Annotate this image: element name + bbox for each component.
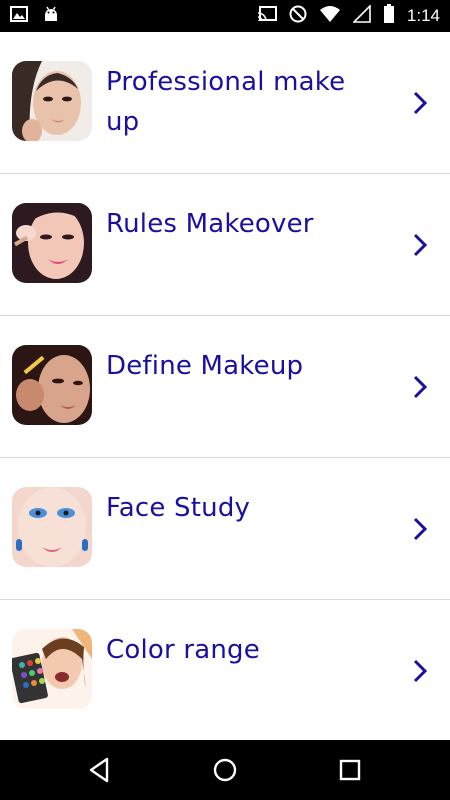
image-icon <box>10 6 28 26</box>
home-icon[interactable] <box>210 755 240 785</box>
status-bar: 1:14 <box>0 0 450 32</box>
cast-icon <box>257 6 277 26</box>
chevron-right-icon <box>410 514 430 544</box>
item-label: Define Makeup <box>106 351 304 381</box>
item-label: Face Study <box>106 493 251 523</box>
do-not-disturb-icon <box>289 5 307 27</box>
color-range-thumbnail <box>12 629 92 709</box>
topic-list: Professional make up Rules Makeover Defi… <box>0 32 450 742</box>
chevron-right-icon <box>410 372 430 402</box>
list-item[interactable]: Professional make up <box>0 32 450 174</box>
list-item[interactable]: Face Study <box>0 458 450 600</box>
navigation-bar <box>0 740 450 800</box>
face-study-thumbnail <box>12 487 92 567</box>
professional-makeup-thumbnail <box>12 61 92 141</box>
chevron-right-icon <box>410 88 430 118</box>
item-label: Rules Makeover <box>106 209 314 239</box>
list-item[interactable]: Define Makeup <box>0 316 450 458</box>
item-label: Color range <box>106 635 260 665</box>
wifi-icon <box>319 5 341 27</box>
recents-icon[interactable] <box>335 755 365 785</box>
item-label: Professional make up <box>106 67 346 137</box>
android-icon <box>42 5 60 27</box>
chevron-right-icon <box>410 656 430 686</box>
signal-icon <box>351 4 371 27</box>
back-icon[interactable] <box>85 755 115 785</box>
list-item[interactable]: Rules Makeover <box>0 174 450 316</box>
list-item[interactable]: Color range <box>0 600 450 742</box>
status-time: 1:14 <box>406 6 440 25</box>
rules-makeover-thumbnail <box>12 203 92 283</box>
battery-icon <box>383 4 395 28</box>
chevron-right-icon <box>410 230 430 260</box>
define-makeup-thumbnail <box>12 345 92 425</box>
